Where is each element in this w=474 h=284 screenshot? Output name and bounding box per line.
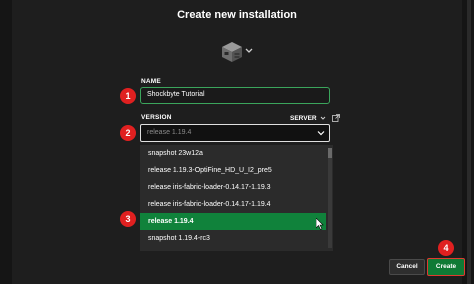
name-input[interactable]: Shockbyte Tutorial <box>140 87 330 104</box>
version-option[interactable]: release 1.19.3-OptiFine_HD_U_I2_pre5 <box>140 162 326 179</box>
chevron-down-icon <box>317 131 325 136</box>
server-toggle[interactable]: SERVER <box>290 114 340 122</box>
version-label: VERSION <box>141 114 172 121</box>
step-badge-3: 3 <box>120 211 136 227</box>
server-caret-icon <box>320 116 325 120</box>
version-option-selected[interactable]: release 1.19.4 <box>140 213 326 230</box>
window-scrollbar[interactable] <box>467 0 471 284</box>
chevron-down-icon <box>245 48 253 53</box>
mouse-cursor-icon <box>316 218 324 230</box>
dialog-title: Create new installation <box>177 9 297 21</box>
version-select-value: release 1.19.4 <box>147 129 192 136</box>
cancel-button[interactable]: Cancel <box>389 259 425 275</box>
version-dropdown-list[interactable]: snapshot 23w12a release 1.19.3-OptiFine_… <box>140 145 333 251</box>
backdrop-left <box>0 0 12 284</box>
create-button[interactable]: Create <box>427 258 465 276</box>
version-select[interactable]: release 1.19.4 <box>140 124 330 142</box>
step-badge-1: 1 <box>120 88 136 104</box>
dropdown-scrollbar-track[interactable] <box>328 148 332 248</box>
server-label: SERVER <box>290 114 317 122</box>
external-link-icon[interactable] <box>331 114 340 122</box>
step-badge-2: 2 <box>120 125 136 141</box>
installation-icon-picker[interactable] <box>218 40 254 66</box>
version-option[interactable]: snapshot 1.19.4-rc3 <box>140 230 326 247</box>
name-label: NAME <box>141 78 161 85</box>
version-option[interactable]: snapshot 23w12a <box>140 145 326 162</box>
furnace-block-icon <box>222 42 242 62</box>
dropdown-scrollbar-thumb[interactable] <box>328 148 332 158</box>
step-badge-4: 4 <box>438 240 454 256</box>
version-option[interactable]: release iris-fabric-loader-0.14.17-1.19.… <box>140 179 326 196</box>
version-option[interactable]: release iris-fabric-loader-0.14.17-1.19.… <box>140 196 326 213</box>
